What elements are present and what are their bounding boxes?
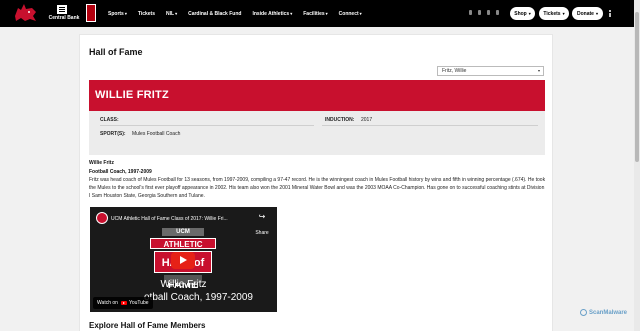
divider [100,125,314,126]
page-title: Hall of Fame [89,47,143,57]
watch-on-youtube-button[interactable]: Watch on YouTube [93,297,153,309]
chevron-down-icon: ▾ [290,11,293,16]
nav-label: Facilities [303,10,325,17]
watermark: ScanMalware [580,309,627,316]
donate-label: Donate [577,10,594,17]
nav-label: Sports [108,10,124,17]
nav-item-cardinal-black-fund[interactable]: Cardinal & Black Fund [188,11,241,17]
nav-item-sports[interactable]: Sports ▾ [108,11,127,17]
tickets-button[interactable]: Tickets ▾ [539,7,569,20]
twitter-icon[interactable] [478,10,481,15]
sports-label: SPORT(S): [100,131,126,137]
nav-label: Tickets [137,10,156,17]
youtube-label: YouTube [128,300,149,306]
play-button-icon[interactable] [171,252,195,269]
social-links [469,10,505,15]
sports-value: Mules Football Coach [132,131,181,137]
inductee-banner: WILLIE FRITZ [89,80,545,111]
chevron-down-icon: ▾ [562,11,565,16]
bio-role: Football Coach, 1997-2009 [89,169,152,175]
shop-label: Shop [514,10,527,17]
sponsor-name: Central Bank [48,15,80,21]
nav-label: NIL [166,10,175,17]
logo-ucm: UCM [162,228,204,236]
shop-button[interactable]: Shop ▾ [510,7,535,20]
sponsor-logo[interactable]: Central Bank [44,5,84,23]
share-label: Share [255,230,269,236]
youtube-icon [120,301,127,305]
instagram-icon[interactable] [487,10,490,15]
divider [322,125,538,126]
facebook-icon[interactable] [469,10,472,15]
youtube-icon[interactable] [496,10,499,15]
share-icon: ↪ [258,212,266,221]
chevron-down-icon: ▾ [325,11,328,16]
video-caption-name: Willie Fritz [160,279,207,290]
mule-logo-icon[interactable] [12,2,38,22]
induction-value: 2017 [361,117,373,123]
chevron-down-icon: ▾ [359,11,362,16]
chevron-down-icon: ▾ [537,68,540,73]
tickets-label: Tickets [543,10,561,17]
bio-name: Willie Fritz [89,160,114,166]
crest-icon[interactable] [86,4,96,22]
nav-item-connect[interactable]: Connect ▾ [339,11,362,17]
bio-text: Fritz was head coach of Mules Football f… [89,177,546,199]
top-navigation-bar: Central Bank Sports ▾ Tickets NIL ▾ Cardin… [0,0,640,27]
explore-heading: Explore Hall of Fame Members [89,321,206,330]
nav-label: Cardinal & Black Fund [188,10,242,17]
nav-item-inside-athletics[interactable]: Inside Athletics ▾ [252,11,292,17]
nav-item-tickets[interactable]: Tickets [138,11,155,17]
bank-icon [57,5,67,14]
more-menu-icon[interactable] [609,10,612,17]
video-title[interactable]: UCM Athletic Hall of Fame Class of 2017:… [111,216,228,222]
logo-athletic: ATHLETIC [150,238,216,249]
scrollbar-thumb[interactable] [635,12,639,162]
watch-on-label: Watch on [97,300,118,306]
chevron-down-icon: ▾ [528,11,531,16]
chevron-down-icon: ▾ [175,11,178,16]
inductee-name: WILLIE FRITZ [95,89,169,101]
nav-item-nil[interactable]: NIL ▾ [166,11,177,17]
page-scrollbar[interactable] [634,0,640,331]
inductee-select[interactable]: Fritz, Willie ▾ [437,66,544,76]
select-value: Fritz, Willie [442,68,467,74]
chevron-down-icon: ▾ [595,11,598,16]
nav-label: Connect [338,10,359,17]
donate-button[interactable]: Donate ▾ [572,7,603,20]
chevron-down-icon: ▾ [124,11,127,16]
watermark-text: ScanMalware [589,309,628,316]
class-label: CLASS: [100,117,119,123]
share-button[interactable]: ↪ Share [253,213,271,239]
induction-label: INDUCTION: [325,117,355,123]
main-nav: Sports ▾ Tickets NIL ▾ Cardinal & Black Fu… [108,0,373,27]
channel-avatar[interactable] [96,212,108,224]
nav-item-facilities[interactable]: Facilities ▾ [303,11,327,17]
nav-label: Inside Athletics [252,10,290,17]
scanmalware-icon [580,309,587,316]
